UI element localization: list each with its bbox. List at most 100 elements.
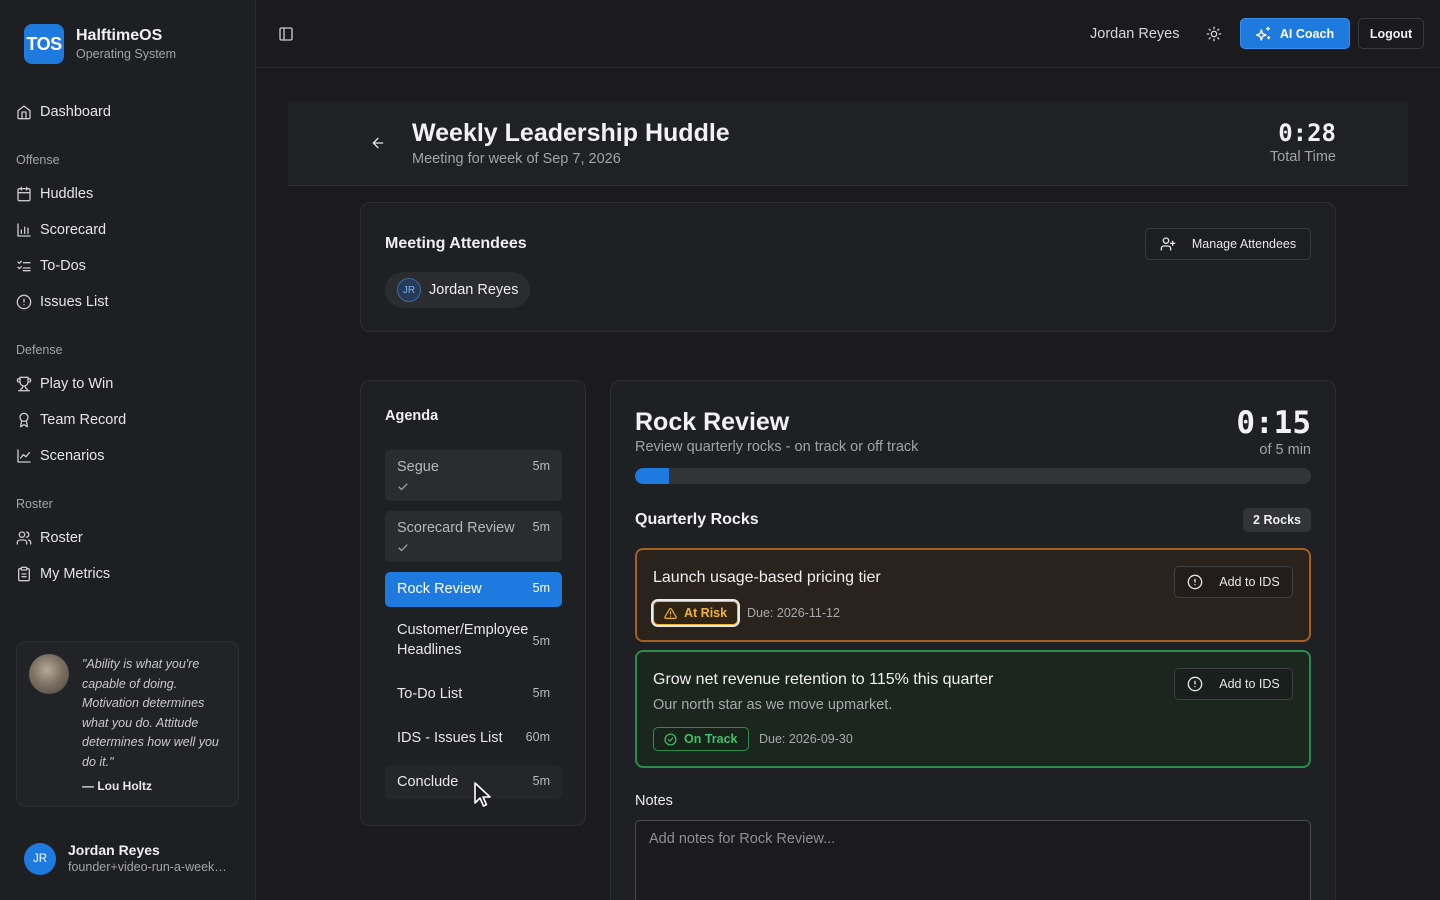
sidebar-item-dashboard[interactable]: Dashboard bbox=[16, 94, 240, 130]
sidebar-item-scorecard[interactable]: Scorecard bbox=[16, 212, 240, 248]
agenda-item-duration: 60m bbox=[525, 730, 550, 744]
sun-icon[interactable] bbox=[1206, 26, 1222, 42]
sidebar-item-my-metrics[interactable]: My Metrics bbox=[16, 556, 240, 592]
sidebar-item-label: Scenarios bbox=[40, 448, 105, 464]
sidebar-item-label: Dashboard bbox=[40, 104, 111, 120]
rocks-count-badge: 2 Rocks bbox=[1243, 508, 1311, 532]
agenda-item-label: Scorecard Review bbox=[397, 520, 515, 536]
sidebar-item-label: To-Dos bbox=[40, 258, 86, 274]
notes-textarea[interactable] bbox=[635, 820, 1311, 900]
agenda-item-todo-list[interactable]: To-Do List 5m bbox=[385, 677, 562, 711]
sidebar: TOS HalftimeOS Operating System Dashboar… bbox=[0, 0, 256, 900]
rock-card-on-track: Grow net revenue retention to 115% this … bbox=[635, 650, 1311, 768]
logout-button[interactable]: Logout bbox=[1358, 18, 1424, 49]
ai-coach-button[interactable]: AI Coach bbox=[1240, 18, 1350, 49]
section-timer: 0:15 of 5 min bbox=[1236, 405, 1311, 459]
topbar-user-name: Jordan Reyes bbox=[1090, 26, 1180, 42]
quote-author-avatar bbox=[29, 654, 69, 694]
sidebar-item-scenarios[interactable]: Scenarios bbox=[16, 438, 240, 474]
back-arrow-icon[interactable] bbox=[370, 135, 386, 151]
attendees-card: Meeting Attendees Manage Attendees JR Jo… bbox=[360, 202, 1336, 332]
section-defense: Defense bbox=[16, 343, 63, 357]
agenda-list: Segue 5m Scorecard Review 5m Rock Review… bbox=[385, 450, 562, 809]
avatar: JR bbox=[24, 843, 56, 875]
add-to-ids-label: Add to IDS bbox=[1219, 677, 1280, 691]
award-icon bbox=[16, 412, 32, 428]
check-icon bbox=[397, 481, 409, 493]
agenda-item-duration: 5m bbox=[532, 581, 550, 595]
sidebar-item-issues[interactable]: Issues List bbox=[16, 284, 240, 320]
section-timer-value: 0:15 bbox=[1236, 405, 1311, 441]
home-icon bbox=[16, 104, 32, 120]
calendar-icon bbox=[16, 186, 32, 202]
quote-card: "Ability is what you're capable of doing… bbox=[16, 641, 239, 807]
sidebar-item-play-to-win[interactable]: Play to Win bbox=[16, 366, 240, 402]
agenda-item-label: IDS - Issues List bbox=[397, 730, 503, 746]
rock-title: Launch usage-based pricing tier bbox=[653, 569, 881, 586]
warning-triangle-icon bbox=[664, 607, 677, 620]
topbar: Jordan Reyes AI Coach Logout bbox=[256, 0, 1440, 68]
section-progress-bar bbox=[635, 468, 1311, 484]
sidebar-item-label: Huddles bbox=[40, 186, 94, 202]
sidebar-item-roster[interactable]: Roster bbox=[16, 520, 240, 556]
sidebar-item-label: Roster bbox=[40, 530, 83, 546]
quote-text: "Ability is what you're capable of doing… bbox=[82, 657, 219, 769]
quote-author: — Lou Holtz bbox=[82, 779, 152, 793]
add-to-ids-button[interactable]: Add to IDS bbox=[1174, 668, 1293, 700]
sidebar-item-label: Issues List bbox=[40, 294, 109, 310]
rocks-title: Quarterly Rocks bbox=[635, 511, 759, 528]
agenda-item-segue[interactable]: Segue 5m bbox=[385, 450, 562, 501]
agenda-item-rock-review[interactable]: Rock Review 5m bbox=[385, 572, 562, 607]
attendee-chip[interactable]: JR Jordan Reyes bbox=[385, 272, 531, 308]
manage-attendees-label: Manage Attendees bbox=[1191, 237, 1297, 251]
brand-logo: TOS bbox=[24, 24, 64, 64]
clipboard-icon bbox=[16, 566, 32, 582]
manage-attendees-button[interactable]: Manage Attendees bbox=[1145, 228, 1311, 260]
list-checks-icon bbox=[16, 258, 32, 274]
sidebar-item-team-record[interactable]: Team Record bbox=[16, 402, 240, 438]
alert-circle-icon bbox=[1187, 574, 1203, 590]
rock-description: Our north star as we move upmarket. bbox=[653, 697, 893, 713]
agenda-item-duration: 5m bbox=[532, 774, 550, 788]
sidebar-nav: Dashboard Offense Huddles Scorecard To-D… bbox=[16, 94, 240, 592]
sidebar-item-todos[interactable]: To-Dos bbox=[16, 248, 240, 284]
notes-label: Notes bbox=[635, 793, 673, 809]
sidebar-user[interactable]: JR Jordan Reyes founder+video-run-a-week… bbox=[24, 842, 228, 876]
agenda-item-headlines[interactable]: Customer/Employee Headlines 5m bbox=[385, 617, 562, 667]
section-title: Rock Review bbox=[635, 408, 790, 436]
sidebar-item-label: Team Record bbox=[40, 412, 127, 428]
mouse-cursor-icon bbox=[473, 781, 493, 809]
total-time: 0:28 Total Time bbox=[1270, 118, 1336, 166]
rock-review-card: Rock Review Review quarterly rocks - on … bbox=[610, 380, 1336, 900]
sparkles-icon bbox=[1255, 26, 1272, 42]
total-time-value: 0:28 bbox=[1278, 119, 1336, 147]
agenda-title: Agenda bbox=[385, 408, 439, 424]
trophy-icon bbox=[16, 376, 32, 392]
sidebar-item-label: My Metrics bbox=[40, 566, 111, 582]
agenda-item-ids-issues[interactable]: IDS - Issues List 60m bbox=[385, 721, 562, 755]
alert-circle-icon bbox=[16, 294, 32, 310]
agenda-item-scorecard-review[interactable]: Scorecard Review 5m bbox=[385, 511, 562, 562]
brand[interactable]: TOS HalftimeOS Operating System bbox=[24, 24, 176, 64]
rock-card-at-risk: Launch usage-based pricing tier Add to I… bbox=[635, 548, 1311, 642]
sidebar-toggle-icon[interactable] bbox=[278, 26, 294, 42]
add-to-ids-label: Add to IDS bbox=[1219, 575, 1280, 589]
attendees-title: Meeting Attendees bbox=[385, 235, 527, 252]
ai-coach-label: AI Coach bbox=[1279, 26, 1335, 41]
alert-circle-icon bbox=[1187, 676, 1203, 692]
agenda-item-label: Customer/Employee Headlines bbox=[397, 622, 529, 658]
sidebar-item-huddles[interactable]: Huddles bbox=[16, 176, 240, 212]
agenda-item-duration: 5m bbox=[532, 634, 550, 648]
status-badge[interactable]: At Risk bbox=[650, 599, 741, 627]
user-email: founder+video-run-a-weekly-huddle@halfti… bbox=[68, 860, 228, 874]
agenda-item-label: To-Do List bbox=[397, 686, 463, 702]
user-name: Jordan Reyes bbox=[68, 842, 160, 858]
section-offense: Offense bbox=[16, 153, 60, 167]
status-label: On Track bbox=[684, 732, 738, 746]
sidebar-item-label: Play to Win bbox=[40, 376, 114, 392]
status-badge[interactable]: On Track bbox=[653, 727, 749, 751]
rock-due-date: Due: 2026-09-30 bbox=[759, 732, 853, 746]
line-chart-icon bbox=[16, 448, 32, 464]
add-to-ids-button[interactable]: Add to IDS bbox=[1174, 566, 1293, 598]
